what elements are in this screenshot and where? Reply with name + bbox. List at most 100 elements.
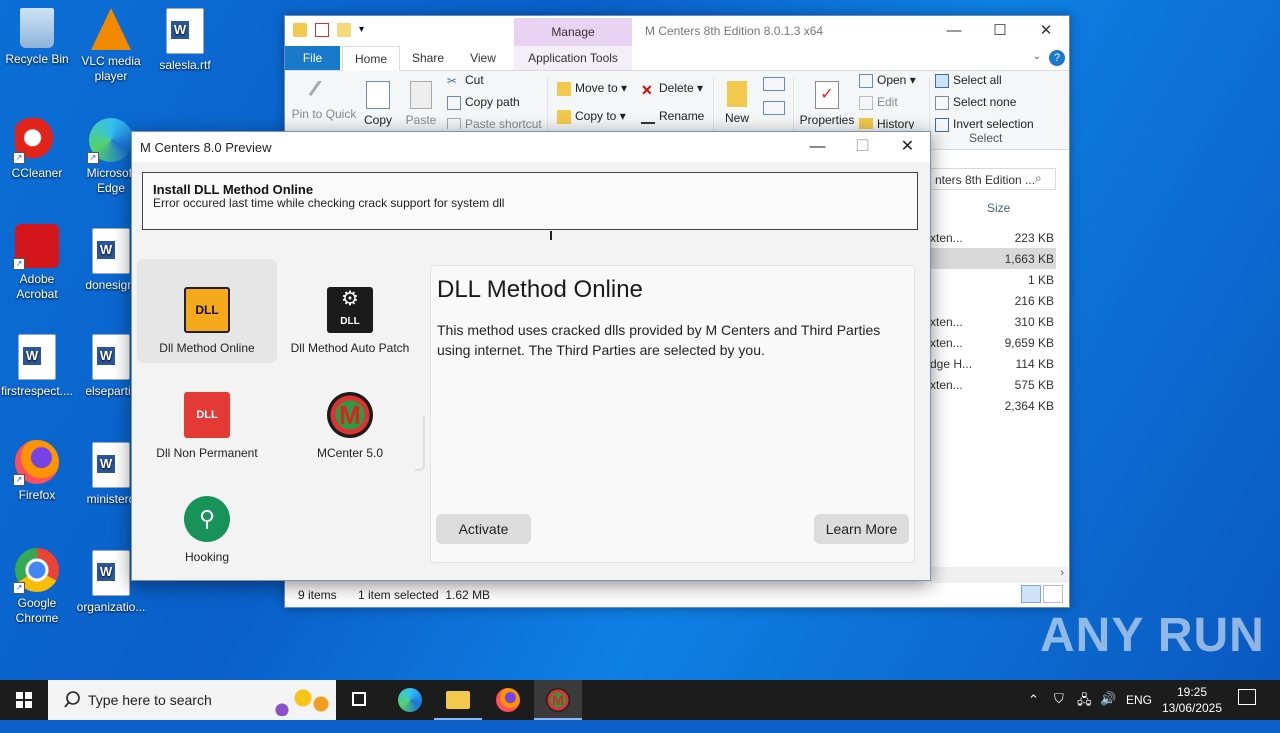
desktop-icon-chrome[interactable]: ↗ Google Chrome: [0, 548, 74, 626]
paste-button[interactable]: Paste: [405, 81, 437, 127]
select-none-icon: [935, 95, 949, 110]
taskbar-clock[interactable]: 19:25 13/06/2025: [1156, 684, 1228, 716]
method-tile-hooking[interactable]: ⚲ Hooking: [137, 468, 277, 572]
copy-path-icon: [447, 95, 461, 110]
cut-button[interactable]: ✂ Cut: [447, 73, 484, 88]
new-folder-icon: [727, 81, 747, 107]
table-row[interactable]: 1 KB: [930, 269, 1056, 290]
edit-button[interactable]: Edit: [859, 95, 898, 110]
taskbar-edge[interactable]: [386, 680, 434, 720]
copy-path-button[interactable]: Copy path: [447, 95, 520, 110]
table-row[interactable]: dge H... 114 KB: [930, 353, 1056, 374]
divider-tick: [550, 231, 552, 240]
tab-application-tools[interactable]: Application Tools: [514, 46, 632, 70]
close-button[interactable]: ✕: [1023, 16, 1069, 46]
delete-icon: ✕: [641, 81, 653, 98]
history-button[interactable]: History: [859, 117, 914, 129]
table-row[interactable]: 1,663 KB: [930, 248, 1056, 269]
quick-access-toolbar: ▾: [293, 23, 373, 37]
move-to-button[interactable]: Move to ▾: [557, 81, 627, 96]
edge-icon: ↗: [87, 118, 133, 164]
tray-volume-icon[interactable]: 🔊: [1100, 691, 1116, 731]
table-row[interactable]: xten... 575 KB: [930, 374, 1056, 395]
desktop-icon-recycle-bin[interactable]: Recycle Bin: [0, 8, 74, 67]
tray-language[interactable]: ENG: [1126, 693, 1152, 733]
method-heading: DLL Method Online: [437, 276, 643, 303]
copy-to-button[interactable]: Copy to ▾: [557, 109, 626, 124]
word-document-icon: [92, 334, 130, 380]
ribbon-tabs: File Home Share View Application Tools ?…: [285, 46, 1069, 72]
desktop-icon-label: Recycle Bin: [5, 52, 69, 66]
desktop-icon-label: firstrespect....: [0, 384, 74, 398]
open-button[interactable]: Open ▾: [859, 73, 916, 88]
copy-button[interactable]: Copy: [363, 81, 393, 127]
taskbar-firefox[interactable]: [484, 680, 532, 720]
desktop-icon-label: Firefox: [18, 488, 56, 502]
method-tile-dll-non-permanent[interactable]: DLL Dll Non Permanent: [137, 364, 277, 468]
method-tile-dll-auto-patch[interactable]: DLL ⚙ Dll Method Auto Patch: [280, 259, 420, 363]
large-icons-view-button[interactable]: [1043, 585, 1063, 603]
table-row[interactable]: xten... 9,659 KB: [930, 332, 1056, 353]
desktop-icon-salesla[interactable]: salesla.rtf: [148, 8, 222, 73]
easy-access-icon[interactable]: [763, 101, 785, 115]
taskbar-file-explorer[interactable]: [434, 680, 482, 720]
new-folder-button[interactable]: New folder: [719, 81, 755, 125]
taskbar-search[interactable]: Type here to search: [48, 680, 336, 720]
details-view-button[interactable]: [1021, 585, 1041, 603]
word-document-icon: [92, 442, 130, 488]
method-tile-dll-online[interactable]: DLL Dll Method Online: [137, 259, 277, 363]
activate-button[interactable]: Activate: [436, 514, 531, 544]
start-button[interactable]: [0, 680, 48, 720]
desktop-icon-firefox[interactable]: ↗ Firefox: [0, 440, 74, 503]
desktop-icon-label: salesla.rtf: [159, 58, 211, 72]
tab-file[interactable]: File: [285, 46, 340, 70]
maximize-button[interactable]: ☐: [840, 132, 885, 162]
tray-security-icon[interactable]: ⛉: [1054, 691, 1064, 731]
table-row[interactable]: 2,364 KB: [930, 395, 1056, 416]
task-view-button[interactable]: [336, 680, 384, 720]
desktop-icon-label: Adobe Acrobat: [16, 272, 58, 301]
close-button[interactable]: ✕: [885, 132, 930, 162]
help-icon[interactable]: ?: [1049, 50, 1065, 66]
rename-button[interactable]: Rename: [641, 109, 704, 124]
tab-home[interactable]: Home: [342, 46, 400, 72]
chevron-right-icon[interactable]: ›: [1060, 567, 1064, 579]
desktop-icon-vlc[interactable]: VLC media player: [74, 8, 148, 84]
new-folder-icon[interactable]: [337, 23, 351, 37]
search-icon[interactable]: ⌕: [1035, 171, 1042, 186]
horizontal-scrollbar[interactable]: ›: [930, 567, 1068, 583]
properties-button[interactable]: ✓ Properties: [799, 81, 855, 127]
select-all-button[interactable]: Select all: [935, 73, 1002, 88]
table-row[interactable]: xten... 223 KB: [930, 227, 1056, 248]
table-row[interactable]: xten... 310 KB: [930, 311, 1056, 332]
notifications-icon[interactable]: [1238, 689, 1256, 705]
shortcut-arrow-icon: ↗: [13, 152, 25, 164]
learn-more-button[interactable]: Learn More: [814, 514, 909, 544]
column-header-size[interactable]: Size: [987, 201, 1010, 215]
maximize-button[interactable]: ☐: [977, 16, 1023, 46]
select-none-button[interactable]: Select none: [935, 95, 1016, 110]
new-item-icon[interactable]: [763, 77, 785, 91]
taskbar-m-centers[interactable]: M: [534, 680, 582, 720]
hooking-icon: ⚲: [184, 496, 230, 542]
delete-button[interactable]: ✕ Delete ▾: [641, 81, 703, 98]
tray-network-icon[interactable]: 🖧: [1077, 691, 1092, 731]
properties-icon[interactable]: [315, 23, 329, 37]
pin-to-quick-access-button[interactable]: Pin to Quick access: [291, 81, 357, 121]
chevron-down-icon[interactable]: ▾: [359, 23, 373, 37]
firefox-icon: [496, 688, 520, 712]
tab-view[interactable]: View: [457, 46, 509, 70]
word-document-icon: [92, 550, 130, 596]
desktop-icon-acrobat[interactable]: ↗ Adobe Acrobat: [0, 224, 74, 302]
method-tile-mcenter-5[interactable]: M MCenter 5.0: [280, 364, 420, 468]
tab-share[interactable]: Share: [403, 46, 453, 70]
table-row[interactable]: 216 KB: [930, 290, 1056, 311]
chevron-down-icon[interactable]: ⌄: [1033, 51, 1041, 62]
paste-shortcut-button[interactable]: Paste shortcut: [447, 117, 542, 129]
minimize-button[interactable]: —: [795, 132, 840, 162]
tray-chevron-up-icon[interactable]: ⌃: [1028, 692, 1039, 732]
invert-selection-button[interactable]: Invert selection: [935, 117, 1034, 132]
minimize-button[interactable]: —: [931, 16, 977, 46]
desktop-icon-ccleaner[interactable]: ↗ CCleaner: [0, 118, 74, 181]
desktop-icon-firstrespect[interactable]: firstrespect....: [0, 334, 74, 399]
